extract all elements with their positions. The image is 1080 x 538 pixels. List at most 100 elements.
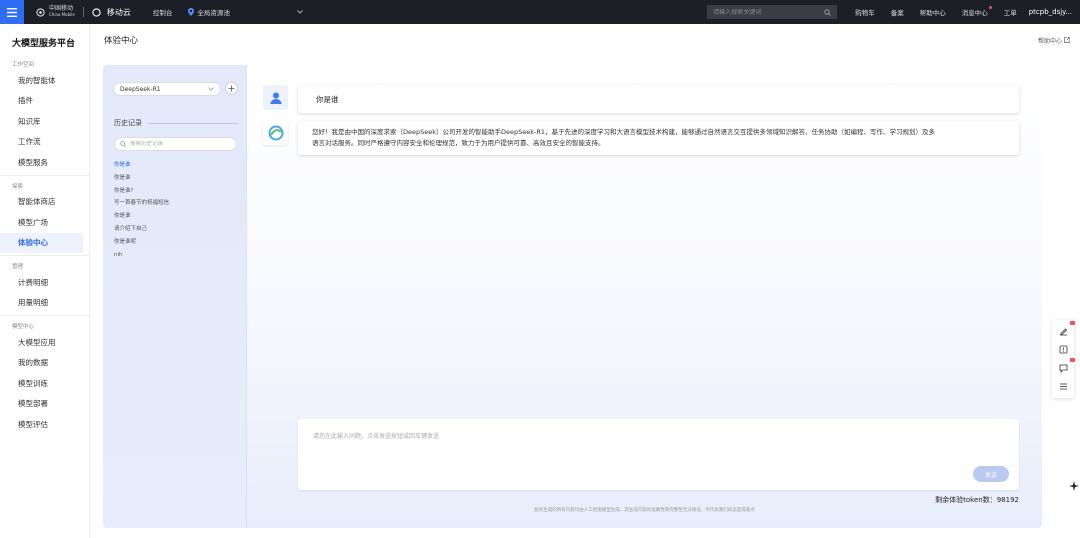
brand-logo[interactable]: 中国移动 China Mobile 移动云 — [36, 6, 131, 18]
assistant-message-line: 语言对话服务。同时严格遵守内容安全和伦理规范，致力于为用户提供可靠、高效且安全的… — [312, 139, 605, 147]
sidebar-item-agent-store[interactable]: 智能体商店 — [0, 192, 89, 213]
sidebar-section-workspace: 工作空间 — [12, 62, 35, 68]
experience-workspace: DeepSeek-R1 历史记录 你是谁 你是谁 你是谁? 写一首春节的祝福短信… — [103, 65, 1042, 528]
remaining-tokens-value: 98192 — [996, 496, 1019, 504]
floating-toolbar — [1052, 320, 1075, 398]
top-navigation-bar: 中国移动 China Mobile 移动云 控制台 全局资源池 购物车 备案 帮… — [0, 0, 1080, 24]
history-title: 历史记录 — [114, 118, 238, 128]
sidebar-item-my-data[interactable]: 我的数据 — [0, 353, 89, 374]
sidebar-item-llm-apps[interactable]: 大模型应用 — [0, 332, 89, 353]
menu-button[interactable] — [0, 0, 24, 24]
top-right-actions: 购物车 备案 帮助中心 消息中心 工单 ptcpb_dsjy... — [707, 0, 1080, 24]
history-panel: DeepSeek-R1 历史记录 你是谁 你是谁 你是谁? 写一首春节的祝福短信… — [103, 65, 247, 528]
chat-input-box: 发送 — [298, 419, 1019, 490]
sidebar-item-model-training[interactable]: 模型训练 — [0, 373, 89, 394]
china-mobile-logo-icon — [36, 7, 45, 17]
history-search — [114, 137, 237, 151]
history-item[interactable]: 你是谁 — [114, 161, 239, 174]
chevron-down-icon — [208, 87, 214, 91]
sidebar-item-model-deployment[interactable]: 模型部署 — [0, 394, 89, 415]
message-center-label: 消息中心 — [961, 9, 988, 17]
cloud-brand-name: 移动云 — [106, 7, 131, 17]
assistant-message-line: 您好！我是由中国的深度求索（DeepSeek）公司开发的智能助手DeepSeek… — [312, 128, 936, 136]
sidebar-item-plugins[interactable]: 插件 — [0, 91, 89, 112]
history-search-input[interactable] — [130, 141, 230, 147]
message-center-link[interactable]: 消息中心 — [954, 6, 996, 17]
external-link-icon — [1064, 37, 1070, 43]
console-link[interactable]: 控制台 — [153, 7, 173, 17]
collapse-button[interactable] — [1056, 380, 1070, 394]
search-icon — [120, 141, 126, 147]
sidebar-item-knowledge-base[interactable]: 知识库 — [0, 111, 89, 132]
model-selector[interactable]: DeepSeek-R1 — [113, 82, 221, 96]
sidebar-divider — [0, 255, 89, 256]
assistant-avatar — [263, 120, 288, 145]
feedback-edit-button[interactable] — [1056, 321, 1075, 338]
history-item[interactable]: 请介绍下自己 — [114, 225, 239, 238]
brand-name-en: China Mobile — [49, 12, 75, 17]
sidebar-item-my-agents[interactable]: 我的智能体 — [0, 70, 89, 91]
notification-dot — [988, 6, 992, 9]
list-collapse-icon — [1059, 383, 1067, 390]
page-title: 体验中心 — [104, 36, 139, 46]
help-center-link[interactable]: 帮助中心 — [912, 7, 954, 17]
help-center-header-link[interactable]: 帮助中心 — [1038, 36, 1070, 45]
model-selector-value: DeepSeek-R1 — [120, 85, 161, 93]
global-search — [707, 5, 838, 19]
chat-support-button[interactable] — [1056, 358, 1075, 375]
remaining-tokens: 剩余体验token数：98192 — [935, 495, 1019, 505]
sidebar-item-model-service[interactable]: 模型服务 — [0, 152, 89, 173]
user-message: 你是谁 — [298, 85, 1019, 113]
history-item[interactable]: 你是谁? — [114, 187, 239, 200]
sidebar-item-billing-details[interactable]: 计费明细 — [0, 272, 89, 293]
assistant-message: 您好！我是由中国的深度求索（DeepSeek）公司开发的智能助手DeepSeek… — [298, 121, 1019, 155]
chevron-down-icon — [297, 10, 303, 14]
user-avatar — [263, 85, 288, 110]
alert-icon — [1059, 345, 1067, 354]
sidebar-section-explore: 探索 — [12, 183, 24, 190]
history-title-label: 历史记录 — [114, 119, 142, 127]
history-title-divider — [148, 122, 238, 124]
history-item[interactable]: 写一首春节的祝福短信 — [114, 199, 239, 212]
user-icon — [270, 92, 281, 104]
new-chat-button[interactable] — [225, 82, 238, 95]
page-header: 体验中心 帮助中心 — [90, 24, 1080, 56]
sidebar-item-model-square[interactable]: 模型广场 — [0, 212, 89, 233]
send-button[interactable]: 发送 — [973, 466, 1009, 482]
ai-assistant-sparkle-icon[interactable] — [1068, 480, 1080, 492]
cart-link[interactable]: 购物车 — [847, 7, 883, 17]
history-item[interactable]: nih — [114, 251, 239, 264]
history-item[interactable]: 你是谁呢 — [114, 238, 239, 251]
global-search-input[interactable] — [713, 8, 814, 16]
location-pin-icon — [188, 8, 195, 16]
sidebar-item-model-evaluation[interactable]: 模型评估 — [0, 414, 89, 435]
sidebar-divider — [0, 174, 89, 176]
notice-button[interactable] — [1056, 343, 1070, 357]
sidebar-item-usage-details[interactable]: 用量明细 — [0, 293, 89, 314]
remaining-tokens-label: 剩余体验token数： — [935, 496, 997, 504]
region-label: 全局资源池 — [197, 9, 230, 17]
sidebar-item-workflow[interactable]: 工作流 — [0, 132, 89, 153]
history-item[interactable]: 你是谁 — [114, 212, 239, 225]
chat-input[interactable] — [313, 431, 1003, 451]
sidebar-divider — [0, 315, 89, 316]
filing-link[interactable]: 备案 — [883, 7, 912, 17]
left-sidebar: 大模型服务平台 工作空间 我的智能体 插件 知识库 工作流 模型服务 探索 智能… — [0, 24, 90, 538]
user-account-menu[interactable]: ptcpb_dsjy... — [1025, 8, 1080, 16]
edit-icon — [1059, 328, 1067, 336]
chat-bubble-icon — [1059, 364, 1067, 373]
search-icon[interactable] — [824, 8, 832, 16]
history-item[interactable]: 你是谁 — [114, 174, 239, 187]
cloud-logo-icon — [268, 125, 283, 140]
new-badge — [1070, 321, 1075, 326]
hamburger-icon — [7, 7, 17, 17]
region-selector[interactable]: 全局资源池 — [188, 7, 303, 17]
logo-divider — [82, 7, 84, 17]
new-badge — [1070, 358, 1075, 363]
ai-disclaimer: 服务生成的所有内容均由人工智能模型生成，其生成内容的准确性和完整性无法保证，不代… — [534, 508, 755, 513]
plus-icon — [228, 85, 235, 92]
ticket-link[interactable]: 工单 — [996, 7, 1025, 17]
cloud-logo-icon — [92, 7, 101, 17]
sidebar-item-experience-center[interactable]: 体验中心 — [0, 232, 83, 253]
help-link-label: 帮助中心 — [1037, 37, 1062, 45]
